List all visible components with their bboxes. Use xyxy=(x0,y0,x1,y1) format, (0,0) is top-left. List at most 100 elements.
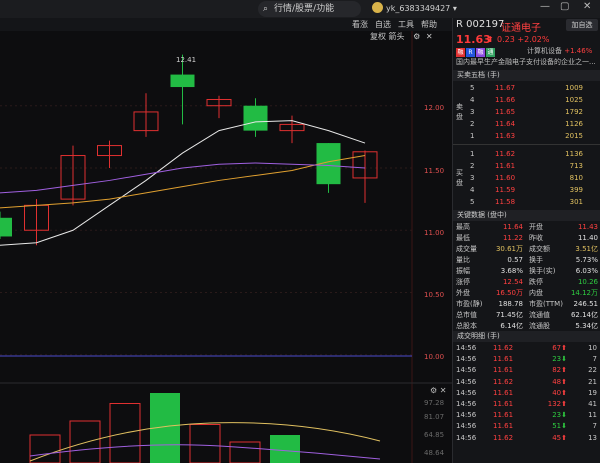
ask-row[interactable]: 1 11.63 2015 xyxy=(453,130,600,142)
stat-value: 188.78 xyxy=(498,300,524,308)
trade-price: 11.61 xyxy=(493,366,514,375)
arrow-up-icon: ⬆ xyxy=(561,377,567,386)
user-account[interactable]: yk_6383349427 ▾ xyxy=(372,2,457,16)
sell-side-label: 卖盘 xyxy=(456,103,463,121)
ask-volume: 1025 xyxy=(565,96,583,104)
stat-label: 最高 xyxy=(456,223,470,231)
tags-row: 融R融通 xyxy=(456,47,496,57)
bid-level: 3 xyxy=(470,174,475,182)
trade-volume-value: 45 xyxy=(552,433,562,442)
stat-value: 5.73% xyxy=(575,256,598,264)
stat-label: 振幅 xyxy=(456,267,470,275)
trade-row[interactable]: 14:56 11.61 23⬇ 7 xyxy=(453,354,600,365)
trade-volume: 82⬆ xyxy=(537,365,567,376)
trade-row[interactable]: 14:56 11.62 67⬆ 10 xyxy=(453,343,600,354)
stat-value: 11.40 xyxy=(577,234,598,242)
trade-row[interactable]: 14:56 11.61 82⬆ 22 xyxy=(453,365,600,376)
ask-price: 11.66 xyxy=(495,96,516,104)
stat-label: 昨收 xyxy=(529,234,543,242)
trade-volume: 23⬇ xyxy=(537,410,567,421)
quote-panel: R 002197 证通电子 加自选 11.63 ⬆ 0.23 +2.02% 融R… xyxy=(452,18,600,463)
trade-price: 11.61 xyxy=(493,388,514,397)
volume-bar xyxy=(270,435,300,463)
ask-level: 5 xyxy=(470,84,475,92)
settings-icon[interactable]: ⚙ ✕ xyxy=(430,386,446,395)
price-change: 0.23 +2.02% xyxy=(497,35,549,44)
stock-code: R 002197 xyxy=(456,19,505,30)
trade-volume-value: 48 xyxy=(552,377,562,386)
add-watchlist-button[interactable]: 加自选 xyxy=(566,19,598,31)
trade-volume: 45⬆ xyxy=(537,433,567,444)
ask-row[interactable]: 5 11.67 1009 xyxy=(453,82,600,94)
trade-price: 11.62 xyxy=(493,344,514,352)
trade-row[interactable]: 14:56 11.62 48⬆ 21 xyxy=(453,377,600,388)
stat-value: 12.54 xyxy=(502,278,523,286)
bid-level: 1 xyxy=(470,150,475,158)
trade-row[interactable]: 14:56 11.61 132⬆ 41 xyxy=(453,399,600,410)
bid-row[interactable]: 2 11.61 713 xyxy=(453,160,600,172)
trade-volume: 132⬆ xyxy=(537,399,567,410)
trade-volume-value: 23 xyxy=(552,355,562,364)
vol-ma-line xyxy=(29,422,381,462)
menu-item-zixuan[interactable]: 自选 xyxy=(375,18,391,31)
stat-label: 量比 xyxy=(456,256,470,264)
stat-value: 0.57 xyxy=(507,256,523,264)
bid-level: 4 xyxy=(470,186,475,194)
trade-volume-value: 132 xyxy=(547,400,562,408)
trade-time: 14:56 xyxy=(456,411,477,420)
bid-row[interactable]: 4 11.59 399 xyxy=(453,184,600,196)
stat-value: 6.03% xyxy=(575,267,598,275)
stat-value: 3.51亿 xyxy=(575,245,598,253)
trade-row[interactable]: 14:56 11.61 23⬇ 11 xyxy=(453,410,600,421)
candle-body xyxy=(170,74,195,88)
stat-value: 14.12万 xyxy=(570,289,598,297)
y-tick-sub: 48.64 xyxy=(424,449,445,457)
trade-row[interactable]: 14:56 11.61 40⬆ 19 xyxy=(453,388,600,399)
ask-row[interactable]: 3 11.65 1792 xyxy=(453,106,600,118)
stat-value: 11.22 xyxy=(502,234,523,242)
ask-price: 11.64 xyxy=(495,120,516,128)
trade-price: 11.62 xyxy=(493,377,514,386)
ask-volume: 2015 xyxy=(565,132,583,140)
menu-item-tools[interactable]: 工具 xyxy=(398,18,414,31)
bid-row[interactable]: 1 11.62 1136 xyxy=(453,148,600,160)
bid-price: 11.59 xyxy=(495,186,516,194)
stat-value: 11.43 xyxy=(577,223,598,231)
change-abs: 0.23 xyxy=(497,35,515,44)
trade-volume-value: 40 xyxy=(552,388,562,397)
trade-volume: 48⬆ xyxy=(537,377,567,388)
ask-row[interactable]: 4 11.66 1025 xyxy=(453,94,600,106)
y-tick-main: 12.00 xyxy=(424,104,445,112)
bid-volume: 713 xyxy=(569,162,583,170)
title-bar: ⌕ 行情/股票/功能 yk_6383349427 ▾ — ▢ ✕ xyxy=(0,0,600,18)
ask-level: 1 xyxy=(470,132,475,140)
ask-row[interactable]: 2 11.64 1126 xyxy=(453,118,600,130)
restore-icon[interactable]: ▢ xyxy=(560,1,569,12)
trade-row[interactable]: 14:56 11.61 51⬇ 7 xyxy=(453,421,600,432)
minimize-icon[interactable]: — xyxy=(540,1,550,12)
search-input[interactable]: ⌕ 行情/股票/功能 xyxy=(258,1,361,17)
buy-side-label: 买盘 xyxy=(456,169,463,187)
sector-info[interactable]: 计算机设备 +1.46% xyxy=(527,46,592,56)
candle-body xyxy=(0,217,12,237)
kline-chart[interactable]: 复权 箭头 ⚙ ✕ 12.00 11.50 11.00 10.50 10.00 … xyxy=(0,31,452,463)
trade-price: 11.61 xyxy=(493,400,514,408)
trade-price: 11.62 xyxy=(493,433,514,442)
sector-change: +1.46% xyxy=(564,47,593,55)
menu-item-kanzhang[interactable]: 看涨 xyxy=(352,18,368,31)
bid-row[interactable]: 3 11.60 810 xyxy=(453,172,600,184)
volume-bar xyxy=(229,441,261,463)
stat-value: 246.51 xyxy=(573,300,599,308)
ma-line-white xyxy=(0,120,366,246)
menu-item-help[interactable]: 帮助 xyxy=(421,18,437,31)
stat-label: 换手 xyxy=(529,256,543,264)
kline-svg xyxy=(0,31,452,463)
stat-value: 10.26 xyxy=(577,278,598,286)
high-marker-label: 12.41 xyxy=(176,56,197,64)
bid-row[interactable]: 5 11.58 301 xyxy=(453,196,600,208)
trade-row[interactable]: 14:56 11.62 45⬆ 13 xyxy=(453,433,600,444)
tag-badge: 融 xyxy=(476,48,485,57)
close-icon[interactable]: ✕ xyxy=(583,1,591,12)
y-tick-main: 10.50 xyxy=(424,291,445,299)
stat-label: 流通值 xyxy=(529,311,550,319)
